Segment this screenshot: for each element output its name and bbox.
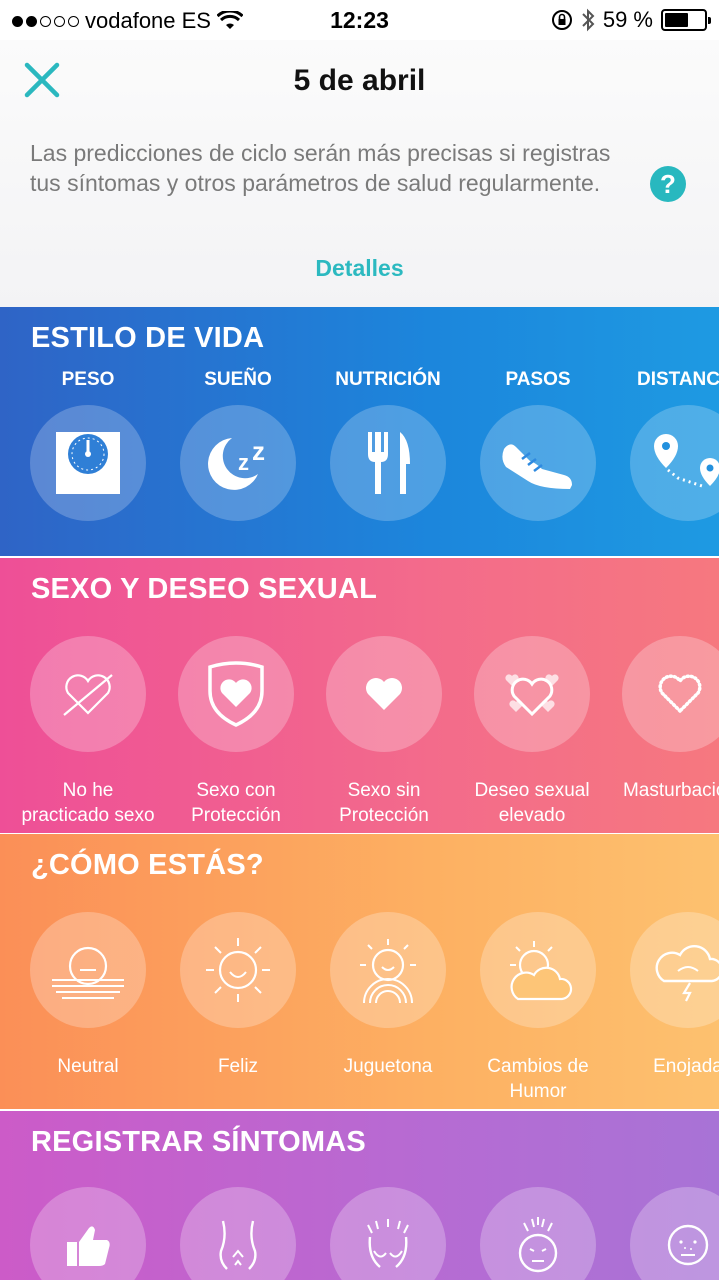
item-caption: Cambios de Humor: [487, 1056, 589, 1102]
symptom-item-acne[interactable]: [613, 1187, 719, 1280]
sex-section: SEXO Y DESEO SEXUAL No he practicado sexo…: [0, 558, 719, 833]
heart-icon: [326, 636, 442, 752]
lifestyle-item-nutrition[interactable]: NUTRICIÓN: [313, 369, 463, 521]
neutral-sun-icon: [30, 912, 146, 1028]
map-pin-route-icon: [630, 405, 719, 521]
help-button[interactable]: ?: [650, 166, 686, 202]
item-caption: Deseo sexual elevado: [474, 780, 590, 826]
moon-sleep-icon: z z: [180, 405, 296, 521]
sneaker-icon: [480, 405, 596, 521]
item-caption: Sexo sin Protección: [339, 780, 429, 826]
item-caption: Neutral: [57, 1056, 119, 1077]
section-title: ESTILO DE VIDA: [31, 322, 265, 354]
scale-icon: [30, 405, 146, 521]
bluetooth-icon: [582, 8, 595, 32]
section-title: ¿CÓMO ESTÁS?: [31, 849, 264, 881]
details-link[interactable]: Detalles: [0, 255, 719, 282]
sun-cloud-icon: [480, 912, 596, 1028]
svg-text:z: z: [252, 436, 265, 466]
sex-item-protected[interactable]: Sexo con Protección: [161, 636, 311, 828]
lifestyle-section: ESTILO DE VIDA PESO SUEÑO z z NUTRICIÓN: [0, 307, 719, 556]
item-label: PESO: [61, 369, 115, 390]
item-label: SUEÑO: [204, 369, 272, 390]
lifestyle-item-sleep[interactable]: SUEÑO z z: [163, 369, 313, 521]
item-caption: Sexo con Protección: [191, 780, 281, 826]
cramps-icon: [180, 1187, 296, 1280]
hearts-icon: [474, 636, 590, 752]
battery-icon: [661, 9, 711, 31]
shield-heart-icon: [178, 636, 294, 752]
mood-item-angry[interactable]: Enojada: [613, 912, 719, 1079]
mood-item-neutral[interactable]: Neutral: [13, 912, 163, 1079]
svg-text:z: z: [238, 450, 249, 475]
headache-icon: [480, 1187, 596, 1280]
item-label: DISTANCIA: [636, 369, 719, 390]
mood-item-mood-swings[interactable]: Cambios de Humor: [463, 912, 613, 1104]
crossed-heart-icon: [30, 636, 146, 752]
fork-knife-icon: [330, 405, 446, 521]
item-caption: Enojada: [653, 1056, 719, 1077]
item-caption: Feliz: [217, 1056, 259, 1077]
acne-icon: [630, 1187, 719, 1280]
sex-item-masturbation[interactable]: Masturbación: [605, 636, 719, 803]
mood-item-playful[interactable]: Juguetona: [313, 912, 463, 1079]
storm-cloud-icon: [630, 912, 719, 1028]
mood-item-happy[interactable]: Feliz: [163, 912, 313, 1079]
item-caption: No he practicado sexo: [21, 780, 155, 826]
breast-tenderness-icon: [330, 1187, 446, 1280]
section-title: REGISTRAR SÍNTOMAS: [31, 1126, 366, 1158]
mood-section: ¿CÓMO ESTÁS? Neutral Feliz Juguetona Cam…: [0, 834, 719, 1109]
section-title: SEXO Y DESEO SEXUAL: [31, 573, 378, 605]
sex-item-unprotected[interactable]: Sexo sin Protección: [309, 636, 459, 828]
symptoms-section: REGISTRAR SÍNTOMAS: [0, 1111, 719, 1280]
lifestyle-item-distance[interactable]: DISTANCIA: [613, 369, 719, 521]
item-label: PASOS: [505, 369, 571, 390]
status-right: 59 %: [551, 7, 711, 33]
info-text: Las predicciones de ciclo serán más prec…: [30, 140, 611, 196]
happy-sun-icon: [180, 912, 296, 1028]
symptom-item-headache[interactable]: [463, 1187, 613, 1280]
status-bar: vodafone ES 12:23 59 %: [0, 0, 719, 40]
item-caption: Masturbación: [622, 780, 719, 801]
orientation-lock-icon: [551, 10, 572, 30]
lifestyle-item-weight[interactable]: PESO: [13, 369, 163, 521]
dotted-heart-icon: [622, 636, 719, 752]
symptom-item-breast-tenderness[interactable]: [313, 1187, 463, 1280]
battery-percent: 59 %: [602, 7, 653, 32]
symptom-item-fine[interactable]: [13, 1187, 163, 1280]
page-title: 5 de abril: [293, 64, 426, 97]
thumbs-up-icon: [30, 1187, 146, 1280]
item-caption: Juguetona: [343, 1056, 433, 1077]
lifestyle-item-steps[interactable]: PASOS: [463, 369, 613, 521]
symptom-item-cramps[interactable]: [163, 1187, 313, 1280]
playful-sun-icon: [330, 912, 446, 1028]
sex-item-no-sex[interactable]: No he practicado sexo: [13, 636, 163, 828]
sex-item-high-desire[interactable]: Deseo sexual elevado: [457, 636, 607, 828]
day-header: 5 de abril Las predicciones de ciclo ser…: [0, 40, 719, 307]
item-label: NUTRICIÓN: [335, 369, 441, 390]
